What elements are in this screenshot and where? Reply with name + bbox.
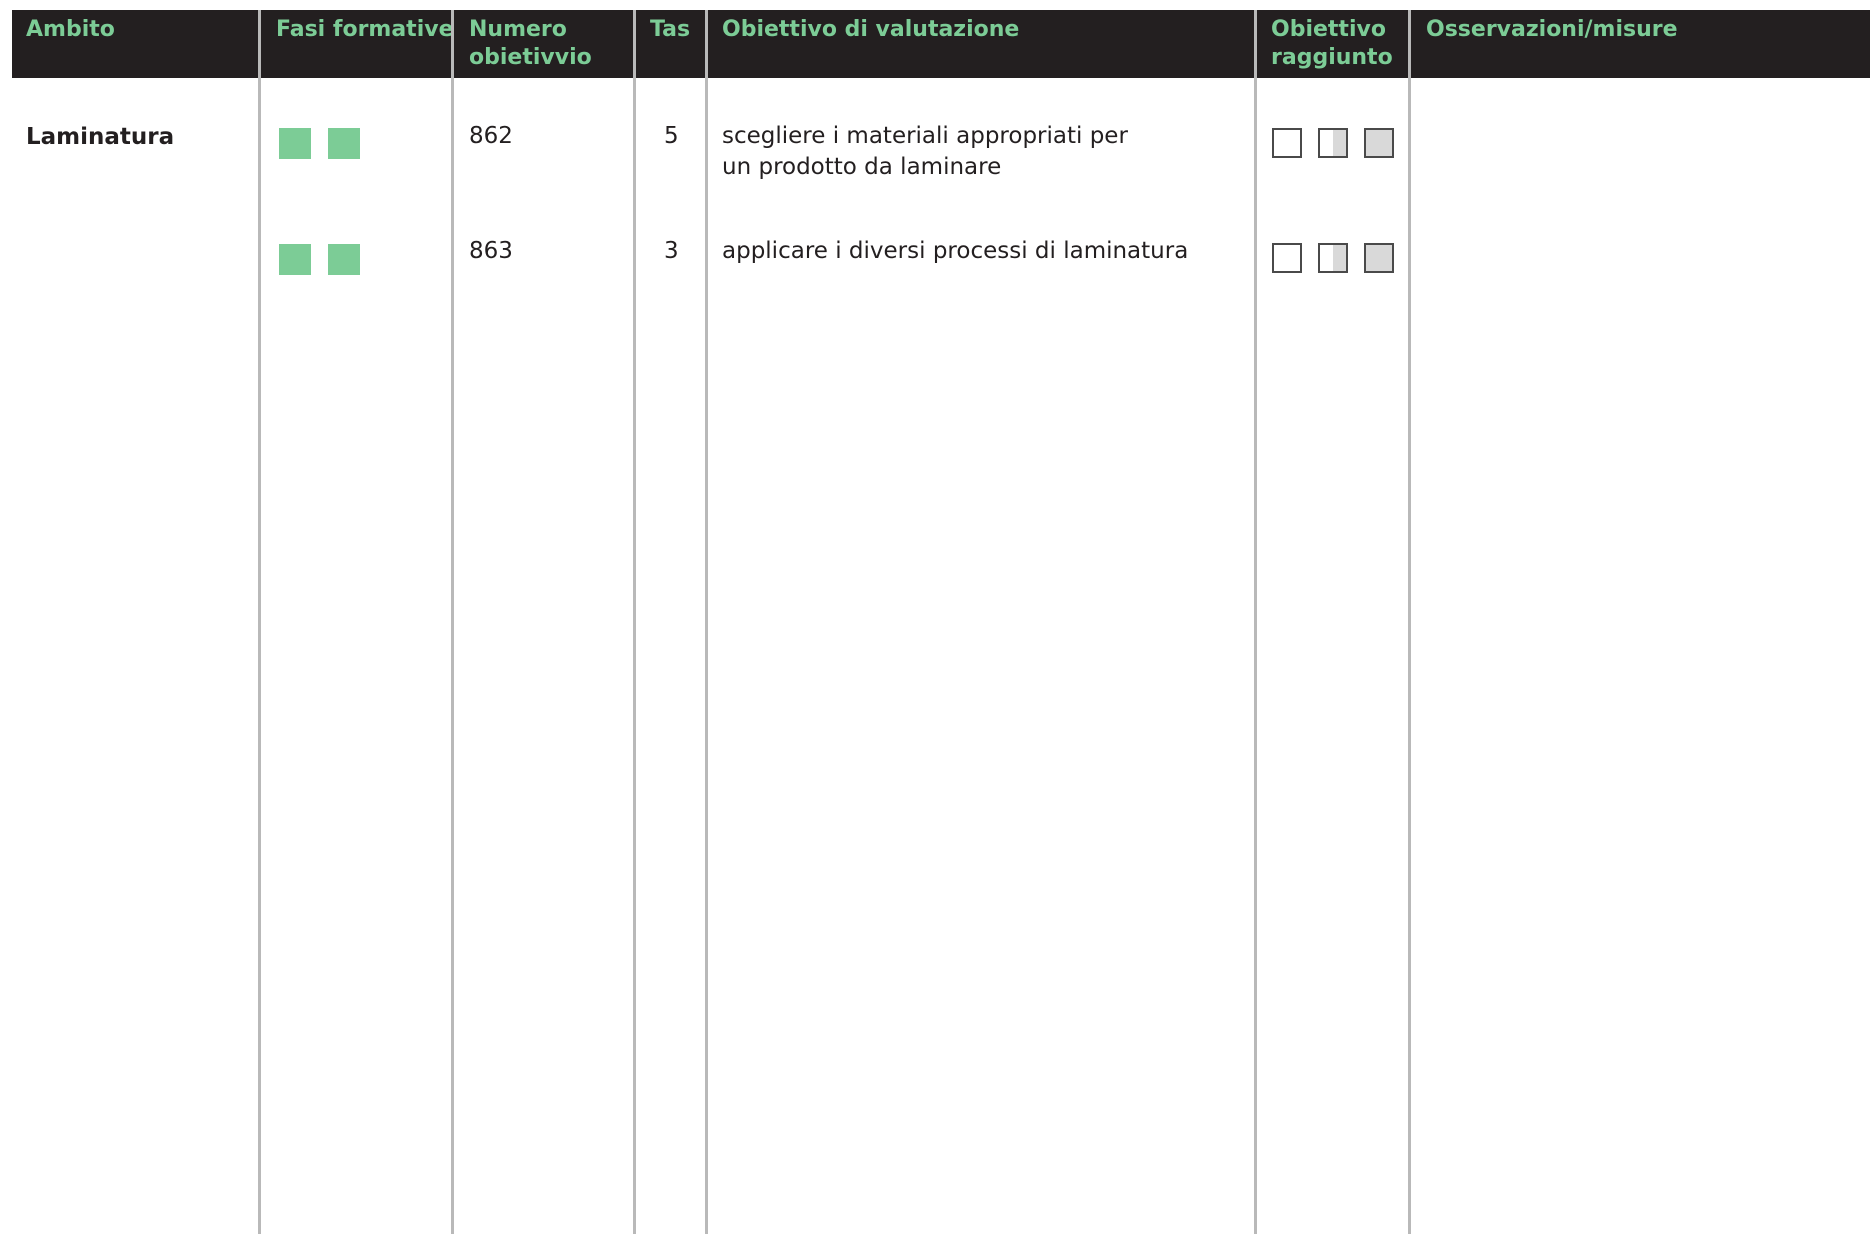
tas-value: 3	[664, 238, 679, 264]
objective-text: scegliere i materiali appropriati per un…	[722, 121, 1128, 183]
phase-indicator	[328, 128, 360, 159]
phase-indicator	[279, 128, 311, 159]
header-numero-line2: obietivvio	[469, 45, 592, 70]
phase-indicator	[279, 244, 311, 275]
objective-text: applicare i diversi processi di laminatu…	[722, 236, 1188, 267]
objective-text-line1: scegliere i materiali appropriati per	[722, 123, 1128, 149]
header-numero-obiettivo: Numero obietivvio	[469, 16, 592, 72]
objective-number: 862	[469, 123, 513, 149]
ambito-label: Laminatura	[26, 124, 175, 150]
header-obiettivo-raggiunto: Obiettivo raggiunto	[1271, 16, 1393, 72]
objective-text-line2: un prodotto da laminare	[722, 154, 1002, 180]
header-raggiunto-line2: raggiunto	[1271, 45, 1393, 70]
header-tas: Tas	[650, 17, 691, 42]
header-raggiunto-line1: Obiettivo	[1271, 17, 1386, 42]
column-divider	[1408, 10, 1411, 1234]
checkbox-partially-achieved[interactable]	[1318, 128, 1348, 158]
column-divider	[1254, 10, 1257, 1234]
header-fasi-formative: Fasi formative	[276, 17, 454, 42]
column-divider	[258, 10, 261, 1234]
objective-text-line1: applicare i diversi processi di laminatu…	[722, 238, 1189, 264]
checkbox-not-achieved[interactable]	[1272, 128, 1302, 158]
checkbox-not-achieved[interactable]	[1272, 243, 1302, 273]
table-header: Ambito Fasi formative Numero obietivvio …	[12, 10, 1870, 78]
header-ambito: Ambito	[26, 17, 115, 42]
phase-indicator	[328, 244, 360, 275]
column-divider	[451, 10, 454, 1234]
checkbox-achieved[interactable]	[1364, 243, 1394, 273]
checkbox-achieved[interactable]	[1364, 128, 1394, 158]
tas-value: 5	[664, 123, 679, 149]
checkbox-partially-achieved[interactable]	[1318, 243, 1348, 273]
column-divider	[705, 10, 708, 1234]
header-osservazioni: Osservazioni/misure	[1426, 17, 1678, 42]
column-divider	[633, 10, 636, 1234]
header-numero-line1: Numero	[469, 17, 567, 42]
objective-number: 863	[469, 238, 513, 264]
header-obiettivo-valutazione: Obiettivo di valutazione	[722, 17, 1020, 42]
